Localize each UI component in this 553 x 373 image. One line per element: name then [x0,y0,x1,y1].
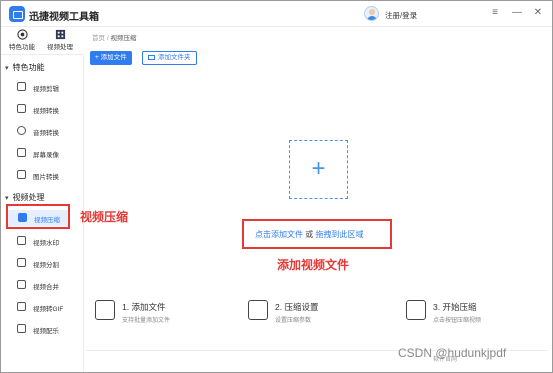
sidebar-item-screen-record[interactable]: 屏幕录像 [7,145,83,161]
step-title: 1. 添加文件 [122,302,166,312]
video-music-icon [17,324,26,333]
sidebar-item-video-convert[interactable]: 视频转换 [7,101,83,117]
audio-convert-icon [17,126,26,135]
add-folder-button[interactable]: 添加文件夹 [142,51,197,65]
step-desc: 支持批量添加文件 [122,318,171,324]
annotation-box-add-file [242,219,392,249]
video-play-icon [406,300,426,320]
sidebar-item-label: 视频转GIF [33,306,64,313]
sidebar-item-video-split[interactable]: 视频分割 [7,255,83,271]
sidebar-item-video-music[interactable]: 视频配乐 [7,321,83,337]
title-bar: 迅捷视频工具箱 注册/登录 ≡ — ✕ [1,1,552,27]
add-file-icon [95,300,115,320]
video-to-gif-icon [17,302,26,311]
video-merge-icon [17,280,26,289]
breadcrumb-current: 视频压缩 [110,35,137,42]
breadcrumb-separator: / [106,35,109,42]
mode-switch: 特色功能 视频处理 [1,27,84,55]
screen-record-icon [17,148,26,157]
annotation-compress: 视频压缩 [80,210,129,224]
grid-icon [55,29,65,40]
sidebar-item-video-merge[interactable]: 视频合并 [7,277,83,293]
app-title: 迅捷视频工具箱 [29,12,99,23]
sidebar-item-label: 视频分割 [33,262,59,269]
sidebar-item-label: 视频转换 [33,108,59,115]
watermark: CSDN @hudunkjpdf [398,346,507,360]
group-featured[interactable]: 特色功能 [5,62,45,73]
dropzone[interactable]: + [289,140,348,199]
menu-icon[interactable]: ≡ [488,6,502,20]
sidebar-item-label: 视频水印 [33,240,59,247]
breadcrumb-home[interactable]: 首页 [92,35,105,42]
user-avatar[interactable] [364,6,379,21]
add-folder-label: 添加文件夹 [158,54,191,61]
step-desc: 点击按钮压缩视频 [433,318,482,324]
sidebar-item-image-convert[interactable]: 图片转换 [7,167,83,183]
sidebar-item-label: 视频合并 [33,284,59,291]
mode-video[interactable]: 视频处理 [41,29,79,51]
video-watermark-icon [17,236,26,245]
image-convert-icon [17,170,26,179]
step-title: 2. 压缩设置 [275,302,319,312]
sidebar-item-video-watermark[interactable]: 视频水印 [7,233,83,249]
mode-featured-label: 特色功能 [9,44,35,51]
step-desc: 设置压缩参数 [275,318,312,324]
mode-featured[interactable]: 特色功能 [3,29,41,51]
annotation-add-file: 添加视频文件 [277,258,350,272]
sidebar-item-label: 视频剪辑 [33,86,59,93]
sidebar-item-label: 图片转换 [33,174,59,181]
sidebar-item-label: 视频配乐 [33,328,59,335]
minimize-icon[interactable]: — [510,6,524,20]
video-convert-icon [17,104,26,113]
settings-file-icon [248,300,268,320]
video-split-icon [17,258,26,267]
plus-icon: + [311,155,326,182]
mode-video-label: 视频处理 [47,44,73,51]
add-file-button[interactable]: + 添加文件 [90,51,132,65]
group-video[interactable]: 视频处理 [5,192,45,203]
sidebar-item-audio-convert[interactable]: 音频转换 [7,123,83,139]
star-circle-icon [16,29,28,40]
close-icon[interactable]: ✕ [531,6,545,20]
sidebar-item-label: 屏幕录像 [33,152,59,159]
sidebar-item-video-to-gif[interactable]: 视频转GIF [7,299,83,315]
folder-icon [148,54,155,60]
video-edit-icon [17,82,26,91]
annotation-box-compress [6,204,70,229]
app-logo-icon [9,6,25,22]
sidebar-item-video-edit[interactable]: 视频剪辑 [7,79,83,95]
step-title: 3. 开始压缩 [433,302,477,312]
breadcrumb: 首页 / 视频压缩 [92,32,136,42]
login-link[interactable]: 注册/登录 [385,10,417,21]
sidebar-item-label: 音频转换 [33,130,59,137]
